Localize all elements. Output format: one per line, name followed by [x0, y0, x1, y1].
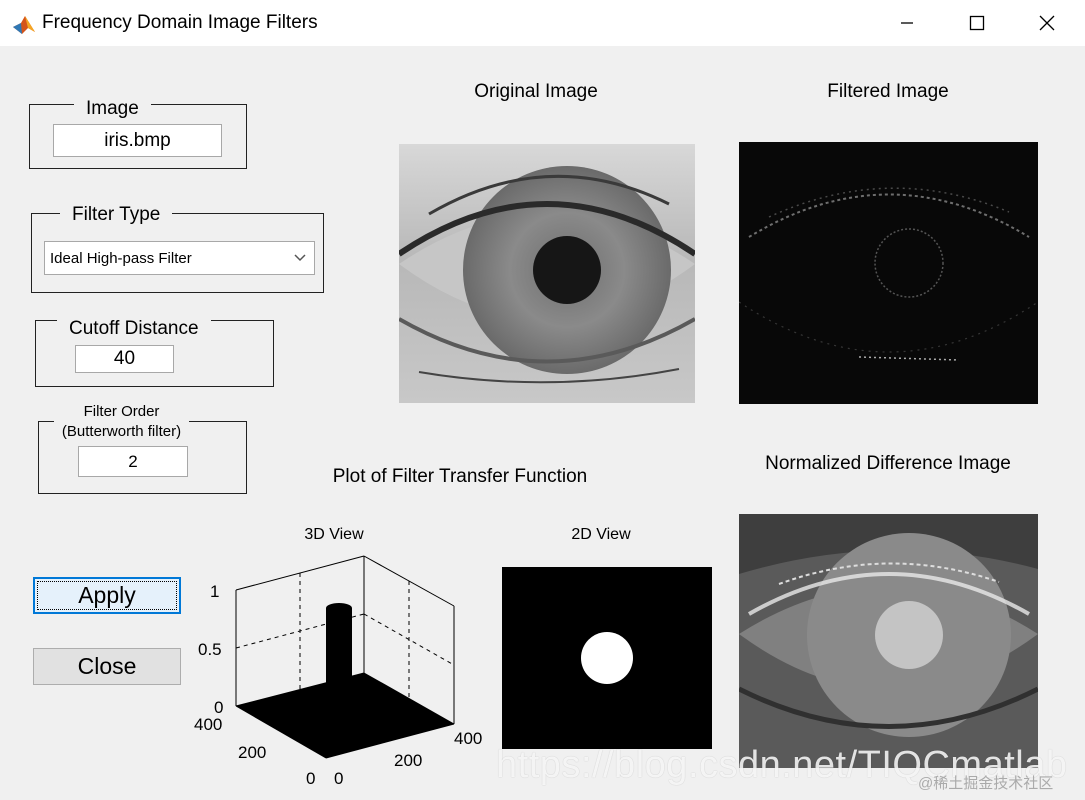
- filter-order-label-line1: Filter Order: [83, 403, 160, 420]
- close-window-button[interactable]: [1024, 8, 1070, 38]
- filter-type-selected: Ideal High-pass Filter: [50, 249, 192, 267]
- view-2d-title: 2D View: [571, 526, 631, 543]
- apply-button[interactable]: Apply: [33, 577, 181, 614]
- x-tick-0: 0: [334, 769, 343, 788]
- difference-image-title: Normalized Difference Image: [765, 453, 1011, 474]
- close-icon: [1039, 15, 1055, 31]
- image-group-label: Image: [74, 98, 151, 120]
- original-image-title: Original Image: [474, 81, 598, 102]
- filtered-image-title: Filtered Image: [827, 81, 949, 102]
- z-tick-05: 0.5: [198, 640, 222, 659]
- minimize-button[interactable]: [884, 8, 930, 38]
- y-tick-400: 400: [194, 715, 222, 734]
- cutoff-distance-input[interactable]: 40: [75, 345, 174, 373]
- passband-disk: [581, 632, 633, 684]
- window-title: Frequency Domain Image Filters: [42, 12, 318, 33]
- maximize-button[interactable]: [954, 8, 1000, 38]
- matlab-logo-icon: [12, 12, 36, 36]
- y-tick-0: 0: [306, 769, 315, 788]
- filter-type-group-label: Filter Type: [60, 204, 173, 226]
- plot-2d-view: [502, 567, 712, 749]
- filter-order-label-line2: (Butterworth filter): [61, 423, 182, 440]
- close-button[interactable]: Close: [33, 648, 181, 685]
- filtered-image: [739, 142, 1038, 404]
- minimize-icon: [901, 22, 913, 24]
- filter-order-group-label: Filter Order (Butterworth filter): [54, 402, 189, 442]
- y-tick-200: 200: [238, 743, 266, 762]
- watermark-sub: @稀土掘金技术社区: [918, 775, 1054, 792]
- title-bar: Frequency Domain Image Filters: [0, 0, 1085, 46]
- chevron-down-icon[interactable]: [286, 242, 314, 274]
- view-3d-title: 3D View: [304, 526, 364, 543]
- transfer-function-title: Plot of Filter Transfer Function: [332, 466, 588, 487]
- maximize-icon: [969, 15, 985, 31]
- transfer-peak: [326, 608, 352, 726]
- image-filename-input[interactable]: iris.bmp: [53, 124, 222, 157]
- original-image: [399, 144, 695, 403]
- cutoff-distance-group-label: Cutoff Distance: [57, 318, 211, 340]
- plot-3d-view: 1 0.5 0 400 200 0 0 200 400: [192, 546, 502, 790]
- difference-image: [739, 514, 1038, 768]
- z-tick-1: 1: [210, 582, 219, 601]
- x-tick-400: 400: [454, 729, 482, 748]
- x-tick-200: 200: [394, 751, 422, 770]
- filter-type-dropdown[interactable]: Ideal High-pass Filter: [44, 241, 315, 275]
- filter-order-input[interactable]: 2: [78, 446, 188, 477]
